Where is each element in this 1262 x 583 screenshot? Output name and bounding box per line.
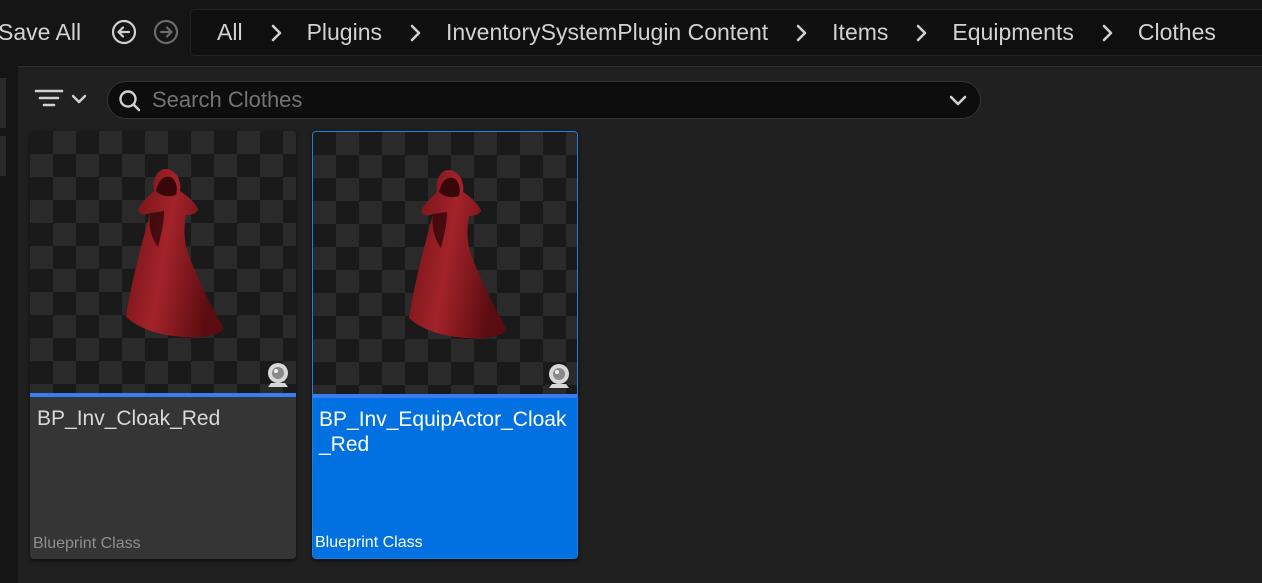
asset-type-label: Blueprint Class — [315, 534, 423, 551]
asset-thumbnail — [313, 132, 577, 394]
asset-name: BP_Inv_EquipActor_Cloak_Red — [319, 408, 567, 456]
chevron-right-icon[interactable] — [409, 22, 423, 44]
cloak-icon — [409, 170, 507, 339]
asset-name: BP_Inv_Cloak_Red — [37, 407, 221, 430]
camera-icon[interactable] — [263, 361, 293, 391]
sources-panel-tab[interactable] — [0, 136, 6, 176]
breadcrumb: All Plugins InventorySystemPlugin Conten… — [190, 9, 1262, 56]
asset-type-bar — [30, 393, 296, 397]
breadcrumb-item-plugins[interactable]: Plugins — [307, 19, 382, 46]
chevron-right-icon[interactable] — [915, 22, 929, 44]
top-toolbar: Save All All Plugins InventorySystemPlug… — [0, 0, 1262, 66]
asset-tile[interactable]: BP_Inv_Cloak_Red Blueprint Class — [30, 131, 296, 559]
breadcrumb-item-clothes[interactable]: Clothes — [1138, 19, 1216, 46]
asset-view: BP_Inv_Cloak_Red Blueprint Class — [18, 66, 1262, 583]
content-browser: Save All All Plugins InventorySystemPlug… — [0, 0, 1262, 583]
search-box — [107, 81, 981, 119]
sources-panel-tab[interactable] — [0, 78, 6, 128]
filter-icon[interactable] — [34, 85, 92, 113]
circle-arrow-right-icon[interactable] — [153, 19, 179, 45]
sources-panel-edge — [0, 66, 18, 583]
chevron-right-icon[interactable] — [270, 22, 284, 44]
asset-tile-selected[interactable]: BP_Inv_EquipActor_Cloak_Red Blueprint Cl… — [312, 131, 578, 559]
chevron-right-icon[interactable] — [1101, 22, 1115, 44]
search-icon — [119, 90, 141, 112]
breadcrumb-item-all[interactable]: All — [217, 19, 243, 46]
breadcrumb-item-items[interactable]: Items — [832, 19, 888, 46]
camera-icon[interactable] — [544, 362, 574, 392]
search-input[interactable] — [152, 82, 922, 118]
asset-type-label: Blueprint Class — [33, 535, 141, 552]
breadcrumb-item-inventory-plugin-content[interactable]: InventorySystemPlugin Content — [446, 19, 768, 46]
cloak-icon — [126, 169, 224, 338]
chevron-right-icon[interactable] — [795, 22, 809, 44]
asset-thumbnail — [30, 131, 296, 393]
breadcrumb-item-equipments[interactable]: Equipments — [952, 19, 1073, 46]
save-all-button[interactable]: Save All — [0, 10, 81, 54]
circle-arrow-left-icon[interactable] — [111, 19, 137, 45]
chevron-down-icon[interactable] — [948, 91, 968, 111]
